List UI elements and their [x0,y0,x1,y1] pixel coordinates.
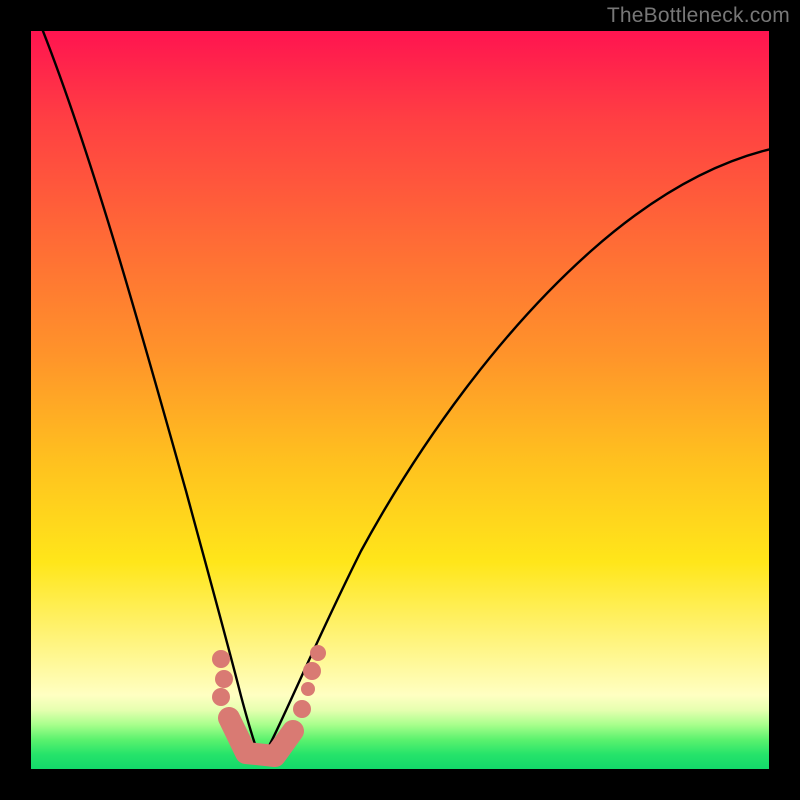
plot-area [31,31,769,769]
marker-dot [212,650,230,668]
watermark-text: TheBottleneck.com [607,4,790,28]
marker-dot [215,670,233,688]
curve-left-branch [39,31,261,761]
chart-svg [31,31,769,769]
marker-dot [301,682,315,696]
outer-frame: TheBottleneck.com [0,0,800,800]
marker-dot [303,662,321,680]
curve-right-branch [261,149,769,761]
marker-dot [293,700,311,718]
marker-dot [310,645,326,661]
highlight-v-mark [229,718,293,756]
marker-dot [212,688,230,706]
